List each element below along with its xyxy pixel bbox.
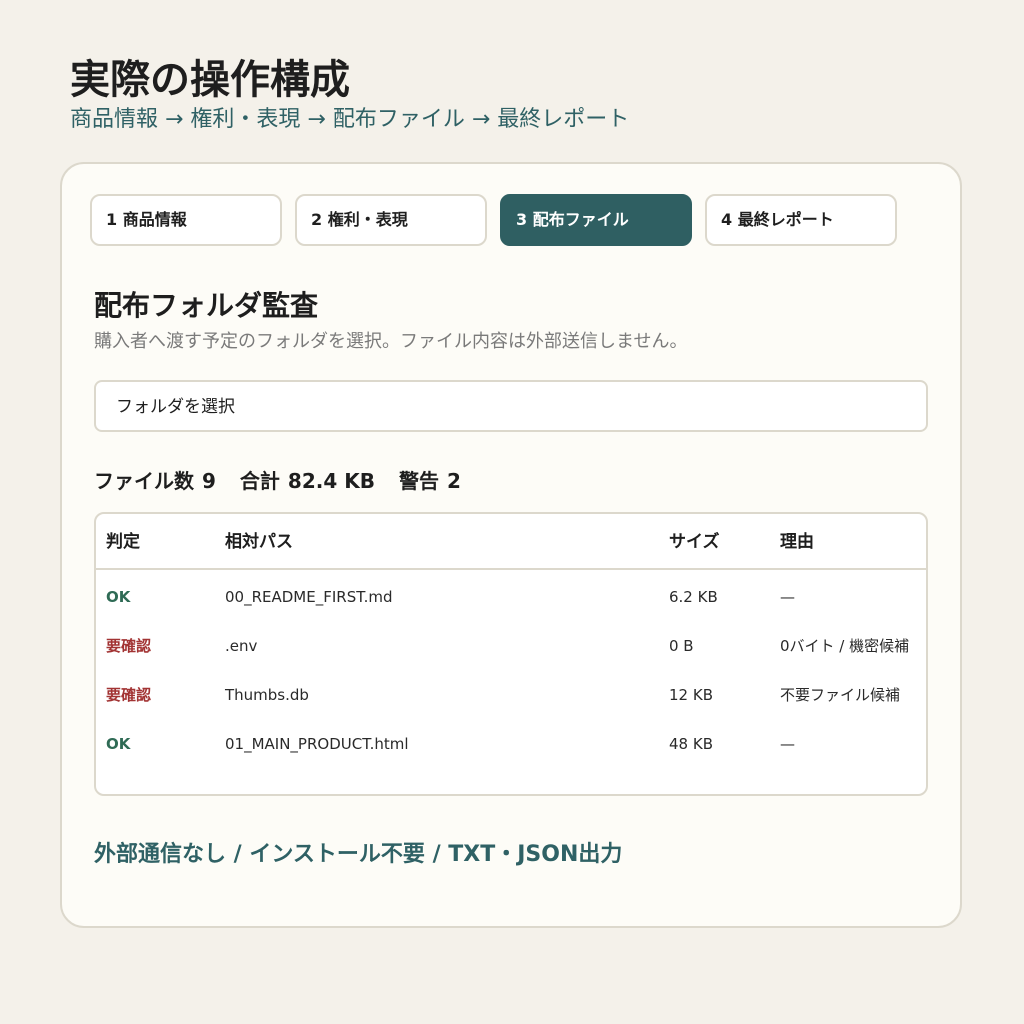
select-folder-button[interactable]: フォルダを選択 bbox=[94, 380, 928, 432]
verdict-badge: OK bbox=[106, 735, 131, 753]
file-size: 0 B bbox=[669, 637, 694, 655]
file-path: 01_MAIN_PRODUCT.html bbox=[225, 735, 409, 753]
header-reason: 理由 bbox=[780, 532, 814, 552]
table-row: OK 00_README_FIRST.md 6.2 KB — bbox=[96, 573, 926, 622]
file-path: .env bbox=[225, 637, 258, 655]
verdict-badge: OK bbox=[106, 588, 131, 606]
table-row: 要確認 Thumbs.db 12 KB 不要ファイル候補 bbox=[96, 671, 926, 720]
summary-stats: ファイル数 9 合計 82.4 KB 警告 2 bbox=[94, 466, 461, 496]
file-reason: 不要ファイル候補 bbox=[780, 686, 901, 704]
file-count-value: 9 bbox=[202, 469, 216, 493]
header-relative-path: 相対パス bbox=[225, 532, 293, 552]
tab-distribution-files[interactable]: 3 配布ファイル bbox=[500, 194, 692, 246]
file-reason: — bbox=[780, 735, 795, 753]
file-size: 48 KB bbox=[669, 735, 713, 753]
file-audit-table: 判定 相対パス サイズ 理由 OK 00_README_FIRST.md 6.2… bbox=[94, 512, 928, 796]
header-size: サイズ bbox=[669, 532, 720, 552]
verdict-badge: 要確認 bbox=[106, 686, 152, 704]
section-description: 購入者へ渡す予定のフォルダを選択。ファイル内容は外部送信しません。 bbox=[94, 331, 688, 352]
file-reason: 0バイト / 機密候補 bbox=[780, 637, 910, 655]
total-size-value: 82.4 KB bbox=[287, 469, 375, 493]
page-title: 実際の操作構成 bbox=[70, 57, 350, 103]
footer-note: 外部通信なし / インストール不要 / TXT・JSON出力 bbox=[94, 842, 623, 867]
file-path: Thumbs.db bbox=[225, 686, 309, 704]
warning-count-value: 2 bbox=[446, 469, 461, 493]
file-size: 12 KB bbox=[669, 686, 713, 704]
table-header: 判定 相対パス サイズ 理由 bbox=[96, 514, 926, 570]
total-size-label: 合計 bbox=[239, 469, 280, 493]
main-card: 1 商品情報 2 権利・表現 3 配布ファイル 4 最終レポート 配布フォルダ監… bbox=[60, 162, 962, 928]
table-row: OK 01_MAIN_PRODUCT.html 48 KB — bbox=[96, 720, 926, 769]
tab-final-report[interactable]: 4 最終レポート bbox=[705, 194, 897, 246]
file-count-label: ファイル数 bbox=[94, 469, 194, 493]
page-subtitle: 商品情報 → 権利・表現 → 配布ファイル → 最終レポート bbox=[70, 107, 630, 132]
file-size: 6.2 KB bbox=[669, 588, 718, 606]
header-verdict: 判定 bbox=[106, 532, 140, 552]
table-row: 要確認 .env 0 B 0バイト / 機密候補 bbox=[96, 622, 926, 671]
tab-product-info[interactable]: 1 商品情報 bbox=[90, 194, 282, 246]
file-path: 00_README_FIRST.md bbox=[225, 588, 393, 606]
section-title: 配布フォルダ監査 bbox=[94, 289, 319, 322]
tab-rights-expression[interactable]: 2 権利・表現 bbox=[295, 194, 487, 246]
verdict-badge: 要確認 bbox=[106, 637, 152, 655]
file-reason: — bbox=[780, 588, 795, 606]
warning-count-label: 警告 bbox=[398, 469, 439, 493]
